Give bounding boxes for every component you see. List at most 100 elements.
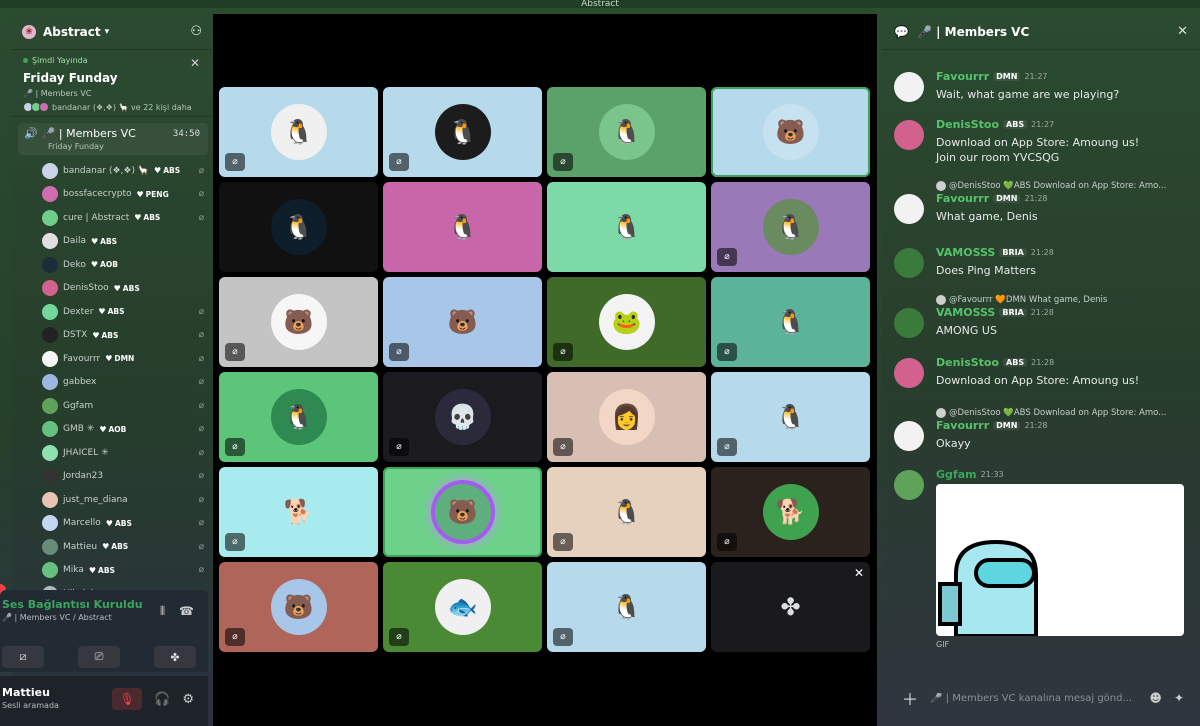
voice-connection-panel: Ses Bağlantısı Kuruldu 🎤 | Members VC / … <box>0 590 208 672</box>
disconnect-icon[interactable]: ☎ <box>179 604 194 619</box>
author-name[interactable]: Favourrr <box>936 70 989 83</box>
screen-share-button[interactable]: ⎚ <box>78 646 120 668</box>
voice-channel-item[interactable]: 🔊 🎤 | Members VC Friday Funday 34:50 <box>18 123 208 155</box>
avatar[interactable] <box>894 421 924 451</box>
author-name[interactable]: VAMOSSS <box>936 246 995 259</box>
author-name[interactable]: VAMOSSS <box>936 306 995 319</box>
chat-message[interactable]: Favourrr DMN 21:27 Wait, what game are we p… <box>894 70 1194 102</box>
participant-tile[interactable]: 🐻 <box>383 467 542 557</box>
author-name[interactable]: DenisStoo <box>936 356 999 369</box>
avatar[interactable] <box>894 72 924 102</box>
participant-tile[interactable]: 💀 ⌀ <box>383 372 542 462</box>
reply-preview[interactable]: @Favourrr 🧡DMN What game, Denis <box>936 294 1194 306</box>
participant-tile[interactable]: 🐧 ⌀ <box>711 182 870 272</box>
member-item[interactable]: GMB ✳ AOB ⌀ <box>42 418 206 442</box>
muted-icon: ⌀ <box>225 533 245 551</box>
member-item[interactable]: just_me_diana ⌀ <box>42 488 206 512</box>
participant-tile[interactable]: 🐕 ⌀ <box>219 467 378 557</box>
participant-tile[interactable]: 🐧 ⌀ <box>547 467 706 557</box>
member-item[interactable]: bossfacecrypto PENG ⌀ <box>42 183 206 207</box>
chat-message[interactable]: @DenisStoo 💚ABS Download on App Store: A… <box>894 180 1194 224</box>
member-item[interactable]: DenisStoo ABS <box>42 277 206 301</box>
participant-tile[interactable]: 🐻 ⌀ <box>219 277 378 367</box>
chat-message[interactable]: @Favourrr 🧡DMN What game, Denis VAMOSSS BR… <box>894 294 1194 338</box>
member-item[interactable]: DSTX ABS ⌀ <box>42 324 206 348</box>
participant-tile[interactable]: 🐧 <box>547 182 706 272</box>
member-item[interactable]: JHAICEL ✳ ⌀ <box>42 441 206 465</box>
message-composer[interactable]: ＋ 🎤 | Members VC kanalına mesaj gönd... … <box>890 678 1196 718</box>
participant-tile[interactable]: 🐧 ⌀ <box>219 372 378 462</box>
headphones-icon[interactable]: 🎧 <box>154 692 170 710</box>
participant-tile[interactable]: 🐧 ⌀ <box>547 87 706 177</box>
participant-tile[interactable]: 🐟 ⌀ <box>383 562 542 652</box>
chat-message[interactable]: @DenisStoo 💚ABS Download on App Store: A… <box>894 407 1194 451</box>
timestamp: 21:33 <box>980 470 1004 479</box>
member-item[interactable]: Jordan23 ⌀ <box>42 465 206 489</box>
author-name[interactable]: Favourrr <box>936 419 989 432</box>
mic-muted-button[interactable]: 🎙 <box>112 688 143 710</box>
member-item[interactable]: Favourrr DMN ⌀ <box>42 347 206 371</box>
member-item[interactable]: Deko AOB <box>42 253 206 277</box>
chat-message[interactable]: Ggfam 21:33 <box>894 468 1194 500</box>
server-icon: ❀ <box>22 24 36 39</box>
participant-tile[interactable]: 🐻 <box>711 87 870 177</box>
gear-icon[interactable]: ⚙ <box>182 692 194 710</box>
chat-message[interactable]: DenisStoo ABS 21:27 Download on App Store: … <box>894 118 1194 165</box>
author-name[interactable]: Ggfam <box>936 468 977 481</box>
participant-avatar: 🐧 <box>270 389 327 445</box>
message-input[interactable]: 🎤 | Members VC kanalına mesaj gönd... <box>930 693 1137 704</box>
close-icon[interactable]: ✕ <box>1177 24 1188 39</box>
apps-icon[interactable]: ✦ <box>1174 691 1184 705</box>
avatar[interactable] <box>894 308 924 338</box>
participant-tile[interactable]: 🐻 ⌀ <box>383 277 542 367</box>
participant-tile[interactable]: 🐧 <box>383 182 542 272</box>
participant-tile[interactable]: 🐧 ⌀ <box>219 87 378 177</box>
author-name[interactable]: Favourrr <box>936 192 989 205</box>
close-icon[interactable]: ✕ <box>854 566 864 580</box>
close-icon[interactable]: ✕ <box>190 56 200 70</box>
muted-icon: ⌀ <box>717 343 737 361</box>
participant-tile[interactable]: 🐧 ⌀ <box>383 87 542 177</box>
soundwave-icon[interactable]: ⫴ <box>160 604 165 619</box>
activities-button[interactable]: ✤ <box>154 646 196 668</box>
member-item[interactable]: cure | Abstract ABS ⌀ <box>42 206 206 230</box>
avatar <box>936 181 946 191</box>
member-item[interactable]: bandanar (❖,❖) 🦙 ABS ⌀ <box>42 159 206 183</box>
muted-icon: ⌀ <box>553 343 573 361</box>
member-item[interactable]: gabbex ⌀ <box>42 371 206 395</box>
chat-message[interactable]: DenisStoo ABS 21:28 Download on App Store: … <box>894 356 1194 388</box>
video-grid: 🐧 ⌀ 🐧 ⌀ 🐧 ⌀ 🐻 🐧 🐧 🐧 🐧 ⌀ 🐻 ⌀ 🐻 ⌀ 🐸 ⌀ 🐧 ⌀ 🐧 ⌀ 💀 ⌀ 👩 ⌀ 🐧 ⌀ 🐕 ⌀ 🐻 🐧 ⌀ 🐕 ⌀ 🐻 ⌀ 🐟 ⌀ 🐧… <box>213 14 877 726</box>
reply-preview[interactable]: @DenisStoo 💚ABS Download on App Store: A… <box>936 407 1194 419</box>
participant-tile[interactable]: 🐧 ⌀ <box>711 277 870 367</box>
participant-tile[interactable]: 🐻 ⌀ <box>219 562 378 652</box>
emoji-icon[interactable]: ☻ <box>1149 691 1162 705</box>
gif-attachment[interactable] <box>936 484 1184 636</box>
avatar[interactable] <box>894 358 924 388</box>
participant-tile[interactable]: ✤ ✕ <box>711 562 870 652</box>
avatar[interactable] <box>894 248 924 278</box>
author-name[interactable]: DenisStoo <box>936 118 999 131</box>
live-event-card[interactable]: Şimdi Yayında ✕ Friday Funday 🎤 | Member… <box>12 50 212 117</box>
member-item[interactable]: Mika ABS ⌀ <box>42 559 206 583</box>
member-item[interactable]: Dexter ABS ⌀ <box>42 300 206 324</box>
add-member-icon[interactable]: ⚇ <box>190 24 202 39</box>
server-header[interactable]: ❀ Abstract ▾ ⚇ <box>12 14 212 50</box>
member-item[interactable]: Daila ABS <box>42 230 206 254</box>
member-item[interactable]: Marcello ABS ⌀ <box>42 512 206 536</box>
avatar[interactable] <box>894 194 924 224</box>
avatar <box>42 397 58 414</box>
camera-off-button[interactable]: ⧄ <box>2 646 44 668</box>
participant-tile[interactable]: 🐧 ⌀ <box>547 562 706 652</box>
participant-tile[interactable]: 🐧 ⌀ <box>711 372 870 462</box>
participant-tile[interactable]: 🐕 ⌀ <box>711 467 870 557</box>
avatar[interactable] <box>894 470 924 500</box>
add-attachment-icon[interactable]: ＋ <box>902 686 918 710</box>
participant-tile[interactable]: 🐸 ⌀ <box>547 277 706 367</box>
participant-tile[interactable]: 🐧 <box>219 182 378 272</box>
participant-tile[interactable]: 👩 ⌀ <box>547 372 706 462</box>
reply-preview[interactable]: @DenisStoo 💚ABS Download on App Store: A… <box>936 180 1194 192</box>
member-item[interactable]: Ggfam ⌀ <box>42 394 206 418</box>
member-item[interactable]: Mattieu ABS ⌀ <box>42 535 206 559</box>
avatar[interactable] <box>894 120 924 150</box>
chat-message[interactable]: VAMOSSS BRIA 21:28 Does Ping Matters <box>894 246 1194 278</box>
